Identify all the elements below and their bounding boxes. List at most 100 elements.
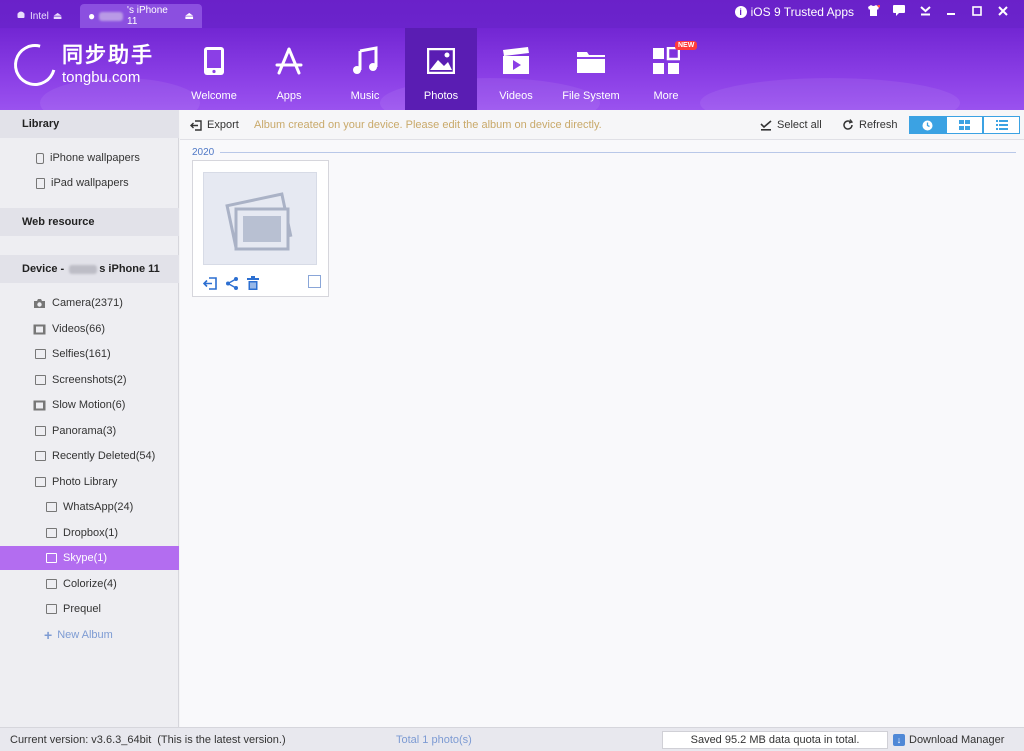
version-info: Current version: v3.6.3_64bit (This is t… bbox=[10, 728, 286, 751]
device-tab-intel[interactable]: Intel ⏏ bbox=[8, 4, 70, 28]
sidebar-item-dropbox[interactable]: Dropbox(1) bbox=[0, 521, 179, 545]
logo-swirl-icon bbox=[6, 36, 64, 94]
sidebar-item-photo-library[interactable]: Photo Library bbox=[0, 470, 179, 494]
nav-label: Photos bbox=[423, 90, 459, 102]
info-icon: i bbox=[734, 6, 747, 18]
close-icon[interactable] bbox=[996, 5, 1010, 19]
tablet-outline-icon bbox=[36, 177, 45, 189]
background-cloud bbox=[700, 78, 960, 110]
device-tab-iphone[interactable]: ● 's iPhone 11 ⏏ bbox=[80, 4, 202, 28]
list-view-button[interactable] bbox=[983, 116, 1020, 134]
nav-label: More bbox=[653, 90, 679, 102]
sidebar-section-library[interactable]: Library bbox=[0, 110, 179, 138]
photo-placeholder-image[interactable] bbox=[203, 172, 317, 265]
nav-more[interactable]: NEW More bbox=[630, 28, 702, 110]
new-album-button[interactable]: + New Album bbox=[0, 623, 179, 647]
sidebar-item-ipad-wallpapers[interactable]: iPad wallpapers bbox=[0, 171, 179, 195]
album-icon bbox=[35, 477, 46, 487]
album-icon bbox=[35, 451, 46, 461]
download-manager-label: Download Manager bbox=[909, 734, 1005, 746]
sidebar-item-colorize[interactable]: Colorize(4) bbox=[0, 572, 179, 596]
nav-apps[interactable]: Apps bbox=[253, 28, 325, 110]
chat-icon[interactable] bbox=[892, 5, 906, 19]
sidebar-item-iphone-wallpapers[interactable]: iPhone wallpapers bbox=[0, 146, 179, 170]
sidebar-item-videos[interactable]: Videos(66) bbox=[0, 317, 179, 341]
folder-icon bbox=[574, 44, 608, 78]
sidebar-item-panorama[interactable]: Panorama(3) bbox=[0, 419, 179, 443]
apple-icon: ● bbox=[88, 9, 96, 23]
sidebar-item-label: Videos(66) bbox=[52, 323, 105, 335]
album-icon bbox=[35, 375, 46, 385]
photo-select-checkbox[interactable] bbox=[308, 275, 321, 288]
grid-icon bbox=[959, 120, 970, 130]
sidebar-item-label: Camera(2371) bbox=[52, 297, 123, 309]
new-album-label: New Album bbox=[57, 629, 113, 641]
sidebar-item-skype[interactable]: Skype(1) bbox=[0, 546, 179, 570]
sidebar-section-device[interactable]: Device - s iPhone 11 bbox=[0, 255, 179, 283]
album-icon bbox=[46, 553, 57, 563]
maximize-icon[interactable] bbox=[970, 5, 984, 19]
nav-music[interactable]: Music bbox=[329, 28, 401, 110]
shirt-icon[interactable] bbox=[866, 4, 880, 19]
album-icon bbox=[46, 604, 57, 614]
nav-photos[interactable]: Photos bbox=[405, 28, 477, 110]
image-icon bbox=[424, 44, 458, 78]
select-all-label: Select all bbox=[777, 119, 822, 131]
film-icon bbox=[33, 400, 46, 411]
nav-label: File System bbox=[562, 90, 620, 102]
download-arrow-icon[interactable] bbox=[918, 5, 932, 19]
sidebar-item-label: Panorama(3) bbox=[52, 425, 117, 437]
sidebar-item-whatsapp[interactable]: WhatsApp(24) bbox=[0, 495, 179, 519]
photo-thumbnail-card[interactable] bbox=[192, 160, 329, 297]
tongbu-logo: 同步助手 tongbu.com bbox=[6, 36, 154, 94]
sidebar-item-label: Slow Motion(6) bbox=[52, 399, 126, 411]
music-note-icon bbox=[348, 44, 382, 78]
export-button[interactable]: Export bbox=[190, 110, 239, 140]
select-all-button[interactable]: Select all bbox=[760, 110, 822, 140]
export-icon bbox=[190, 119, 202, 131]
trusted-apps-link[interactable]: i iOS 9 Trusted Apps bbox=[734, 5, 854, 19]
list-icon bbox=[995, 120, 1008, 130]
sidebar-item-label: Dropbox(1) bbox=[63, 527, 119, 539]
export-label: Export bbox=[207, 119, 239, 131]
album-icon bbox=[46, 579, 57, 589]
eject-icon[interactable]: ⏏ bbox=[53, 11, 62, 22]
logo-en-text: tongbu.com bbox=[62, 69, 141, 86]
refresh-button[interactable]: Refresh bbox=[842, 110, 898, 140]
trash-icon[interactable] bbox=[247, 276, 259, 290]
sidebar-item-label: Screenshots(2) bbox=[52, 374, 127, 386]
grid-view-button[interactable] bbox=[946, 116, 983, 134]
clock-icon bbox=[922, 120, 933, 131]
sidebar-item-label: Photo Library bbox=[52, 476, 118, 488]
sidebar-item-screenshots[interactable]: Screenshots(2) bbox=[0, 368, 179, 392]
main-navigation: 同步助手 tongbu.com Welcome Apps Music Photo… bbox=[0, 28, 1024, 110]
redacted-name bbox=[99, 11, 124, 21]
timeline-view-button[interactable] bbox=[909, 116, 946, 134]
trusted-apps-label: iOS 9 Trusted Apps bbox=[750, 5, 854, 19]
sidebar-item-label: WhatsApp(24) bbox=[63, 501, 134, 513]
version-text: Current version: v3.6.3_64bit bbox=[10, 734, 152, 746]
sidebar-item-slow-motion[interactable]: Slow Motion(6) bbox=[0, 393, 179, 417]
sidebar-item-prequel[interactable]: Prequel bbox=[0, 597, 179, 621]
nav-welcome[interactable]: Welcome bbox=[178, 28, 250, 110]
photo-grid-area: 2020 bbox=[180, 140, 1024, 727]
nav-videos[interactable]: Videos bbox=[480, 28, 552, 110]
minimize-icon[interactable] bbox=[944, 6, 958, 19]
sidebar-item-selfies[interactable]: Selfies(161) bbox=[0, 342, 179, 366]
device-title-suffix: s iPhone 11 bbox=[99, 263, 160, 275]
nav-label: Apps bbox=[276, 90, 302, 102]
divider-line bbox=[220, 151, 1016, 153]
sidebar-section-web-resource[interactable]: Web resource bbox=[0, 208, 179, 236]
share-icon[interactable] bbox=[226, 276, 238, 290]
download-manager-button[interactable]: ↓ Download Manager bbox=[893, 728, 1004, 751]
refresh-icon bbox=[842, 119, 854, 131]
device-tab-label: Intel bbox=[30, 10, 49, 22]
redacted-name bbox=[69, 264, 98, 274]
export-to-pc-icon[interactable] bbox=[203, 276, 217, 290]
nav-file-system[interactable]: File System bbox=[555, 28, 627, 110]
photo-count: Total 1 photo(s) bbox=[396, 734, 472, 746]
album-icon bbox=[35, 349, 46, 359]
eject-icon[interactable]: ⏏ bbox=[185, 11, 194, 22]
sidebar-item-camera[interactable]: Camera(2371) bbox=[0, 291, 179, 315]
sidebar-item-recently-deleted[interactable]: Recently Deleted(54) bbox=[0, 444, 179, 468]
